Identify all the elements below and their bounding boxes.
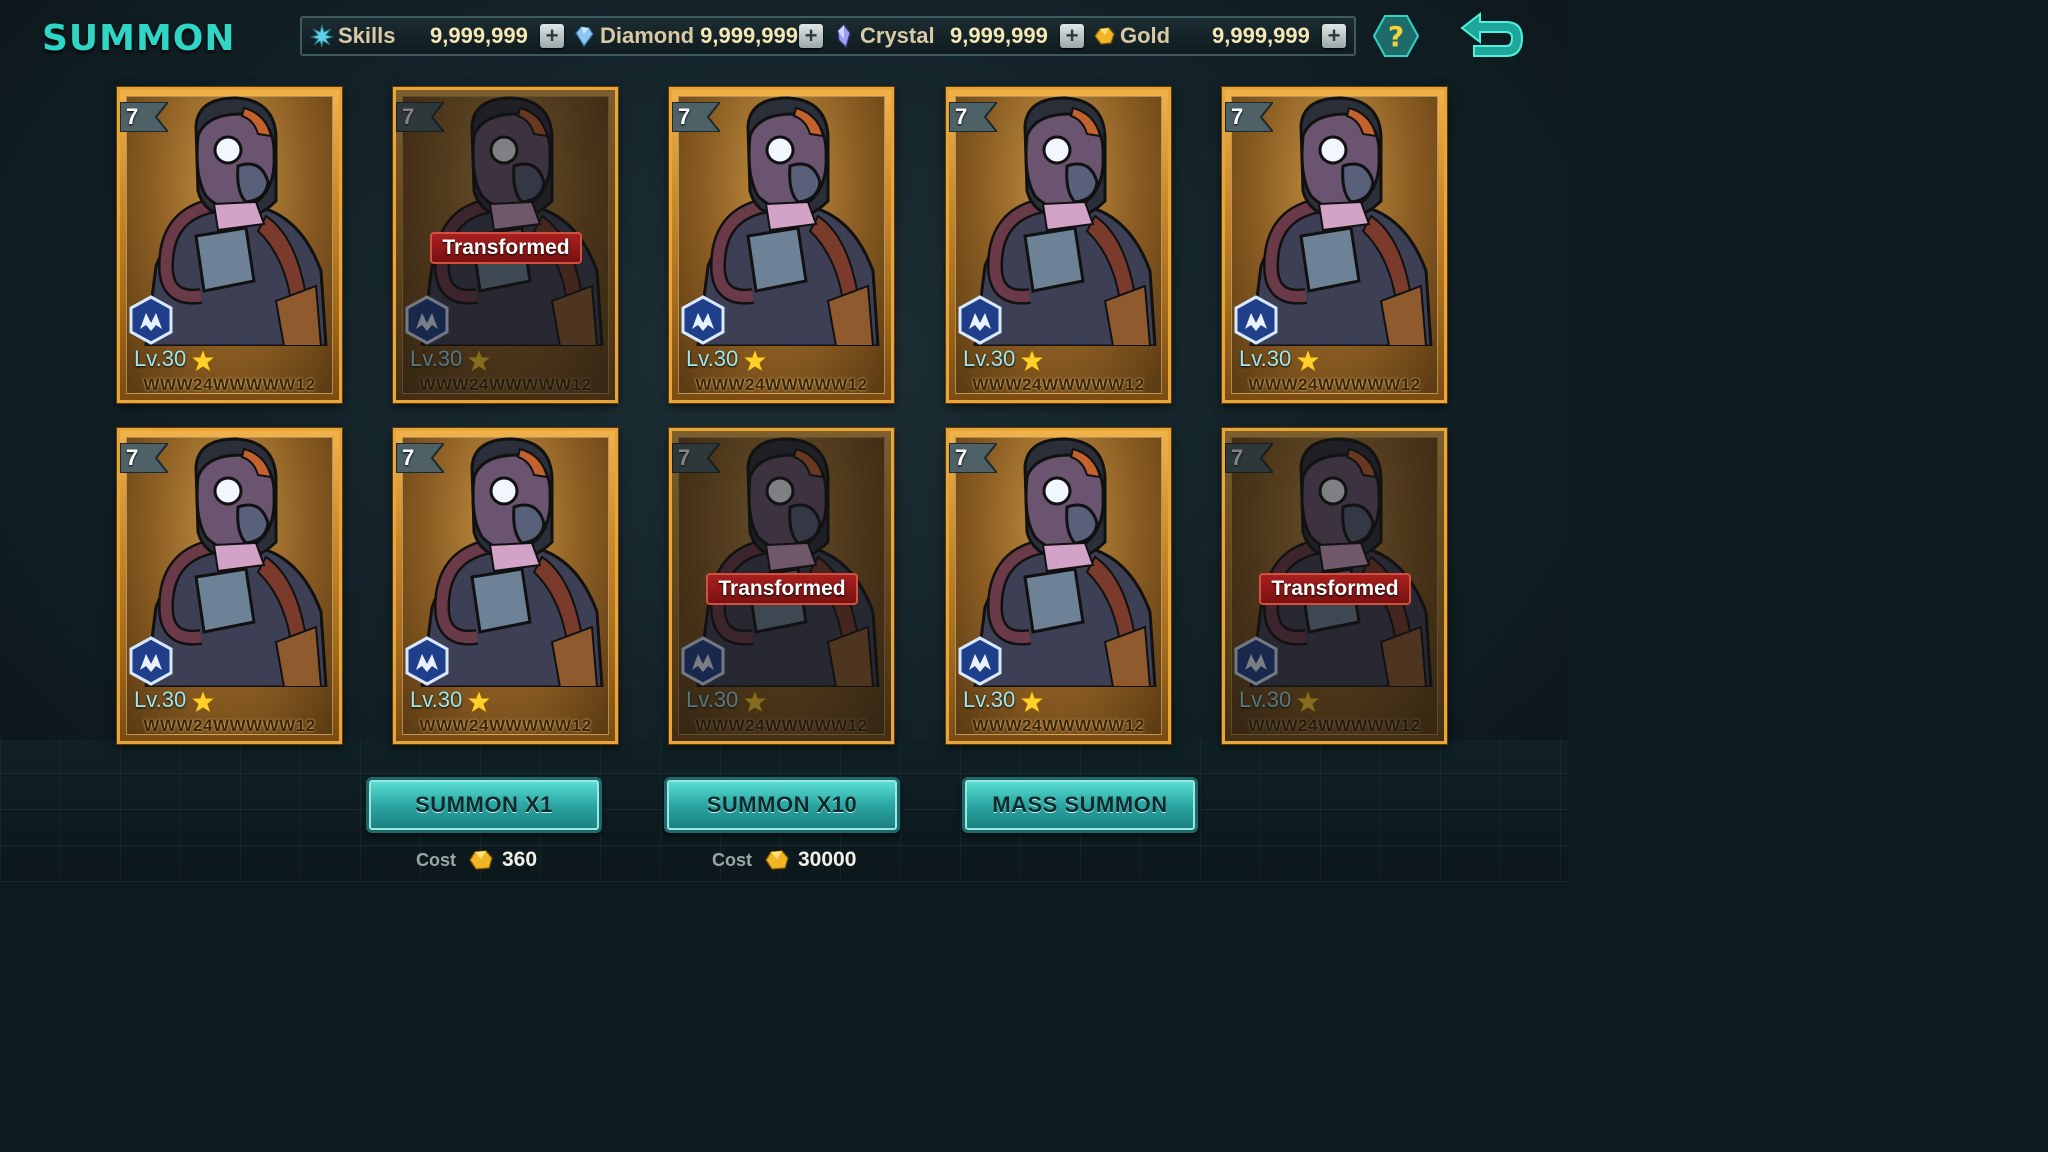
hero-level: Lv.30	[134, 687, 187, 712]
diamond-icon	[575, 26, 594, 48]
resource-gold: Gold	[1092, 18, 1170, 54]
class-emblem-icon	[681, 295, 725, 345]
rank-flag	[949, 102, 997, 132]
summon-x10-button[interactable]: SUMMON X10	[664, 777, 900, 833]
hero-card[interactable]: 7 Lv.30 WWW24WWWWW12 Transformed	[669, 428, 894, 744]
gold-icon	[469, 850, 493, 870]
star-icon	[466, 689, 492, 715]
rank-flag	[120, 102, 168, 132]
crystal-value: 9,999,999	[950, 23, 1048, 48]
gold-add-button[interactable]: +	[1322, 24, 1346, 48]
class-emblem-icon	[129, 295, 173, 345]
star-icon	[742, 348, 768, 374]
resource-diamond: Diamond 9,999,999	[572, 18, 798, 54]
hero-name: WWW24WWWWW12	[972, 716, 1145, 735]
cost-value: 30000	[798, 848, 857, 871]
help-button[interactable]: ?	[1372, 14, 1420, 58]
diamond-add-button[interactable]: +	[799, 24, 823, 48]
star-icon	[1019, 689, 1045, 715]
skills-icon	[310, 24, 334, 48]
hero-level: Lv.30	[686, 346, 739, 371]
star-icon	[1295, 348, 1321, 374]
crystal-icon	[837, 24, 851, 48]
hero-name: WWW24WWWWW12	[419, 716, 592, 735]
transformed-badge: Transformed	[1259, 573, 1411, 605]
class-emblem-icon	[958, 636, 1002, 686]
hero-card[interactable]: 7 Lv.30 WWW24WWWWW12	[117, 87, 342, 403]
crystal-label: Crystal	[860, 23, 935, 48]
class-emblem-icon	[1234, 295, 1278, 345]
rank-flag	[949, 443, 997, 473]
class-emblem-icon	[958, 295, 1002, 345]
star-icon	[190, 689, 216, 715]
transformed-badge: Transformed	[706, 573, 858, 605]
crystal-value-wrap: 9,999,999	[950, 18, 1048, 54]
rank-flag	[396, 443, 444, 473]
back-arrow-icon	[1460, 11, 1524, 57]
hero-card[interactable]: 7 Lv.30 WWW24WWWWW12	[669, 87, 894, 403]
skills-label: Skills	[338, 23, 396, 48]
diamond-label: Diamond	[600, 23, 695, 48]
hero-level: Lv.30	[1239, 346, 1292, 371]
class-emblem-icon	[405, 636, 449, 686]
rank-flag	[1225, 102, 1273, 132]
hero-level: Lv.30	[963, 346, 1016, 371]
summon-x1-cost: Cost 360	[416, 846, 537, 874]
gold-icon	[1094, 27, 1115, 45]
hero-card[interactable]: 7 Lv.30 WWW24WWWWW12	[946, 428, 1171, 744]
hero-card[interactable]: 7 Lv.30 WWW24WWWWW12 Transformed	[1222, 428, 1447, 744]
hero-name: WWW24WWWWW12	[143, 716, 316, 735]
hero-level: Lv.30	[963, 687, 1016, 712]
summon-screen: { "header": { "title": "SUMMON" }, "reso…	[0, 0, 1568, 882]
mass-summon-button[interactable]: MASS SUMMON	[962, 777, 1198, 833]
gold-value-wrap: 9,999,999	[1212, 18, 1310, 54]
star-icon	[190, 348, 216, 374]
resource-skills: Skills	[310, 18, 395, 54]
skills-value-wrap: 9,999,999	[430, 18, 528, 54]
rank-flag	[120, 443, 168, 473]
hero-level: Lv.30	[134, 346, 187, 371]
cost-label: Cost	[416, 849, 456, 870]
star-icon	[1019, 348, 1045, 374]
skills-value: 9,999,999	[430, 23, 528, 48]
gold-value: 9,999,999	[1212, 23, 1310, 48]
diamond-value: 9,999,999	[700, 23, 798, 48]
rank-flag	[672, 102, 720, 132]
help-glyph: ?	[1388, 20, 1404, 53]
summon-x10-cost: Cost 30000	[712, 846, 856, 874]
cost-value: 360	[502, 848, 538, 871]
transformed-badge: Transformed	[430, 232, 582, 264]
help-icon: ?	[1372, 15, 1420, 57]
skills-add-button[interactable]: +	[540, 24, 564, 48]
hero-name: WWW24WWWWW12	[972, 375, 1145, 394]
back-button[interactable]	[1456, 11, 1526, 62]
hero-card[interactable]: 7 Lv.30 WWW24WWWWW12	[393, 428, 618, 744]
hero-card[interactable]: 7 Lv.30 WWW24WWWWW12	[1222, 87, 1447, 403]
gold-label: Gold	[1120, 23, 1171, 48]
hero-name: WWW24WWWWW12	[143, 375, 316, 394]
gold-icon	[765, 850, 789, 870]
page-title: SUMMON	[42, 18, 236, 59]
hero-card[interactable]: 7 Lv.30 WWW24WWWWW12 Transformed	[393, 87, 618, 403]
hero-name: WWW24WWWWW12	[1248, 375, 1421, 394]
cost-label: Cost	[712, 849, 752, 870]
hero-card[interactable]: 7 Lv.30 WWW24WWWWW12	[117, 428, 342, 744]
resource-bar: Skills 9,999,999 + Diamond 9,999,999 + C…	[300, 16, 1356, 56]
hero-level: Lv.30	[410, 687, 463, 712]
crystal-add-button[interactable]: +	[1060, 24, 1084, 48]
hero-card[interactable]: 7 Lv.30 WWW24WWWWW12	[946, 87, 1171, 403]
class-emblem-icon	[129, 636, 173, 686]
resource-crystal: Crystal	[832, 18, 935, 54]
hero-name: WWW24WWWWW12	[695, 375, 868, 394]
summon-x1-button[interactable]: SUMMON X1	[366, 777, 602, 833]
